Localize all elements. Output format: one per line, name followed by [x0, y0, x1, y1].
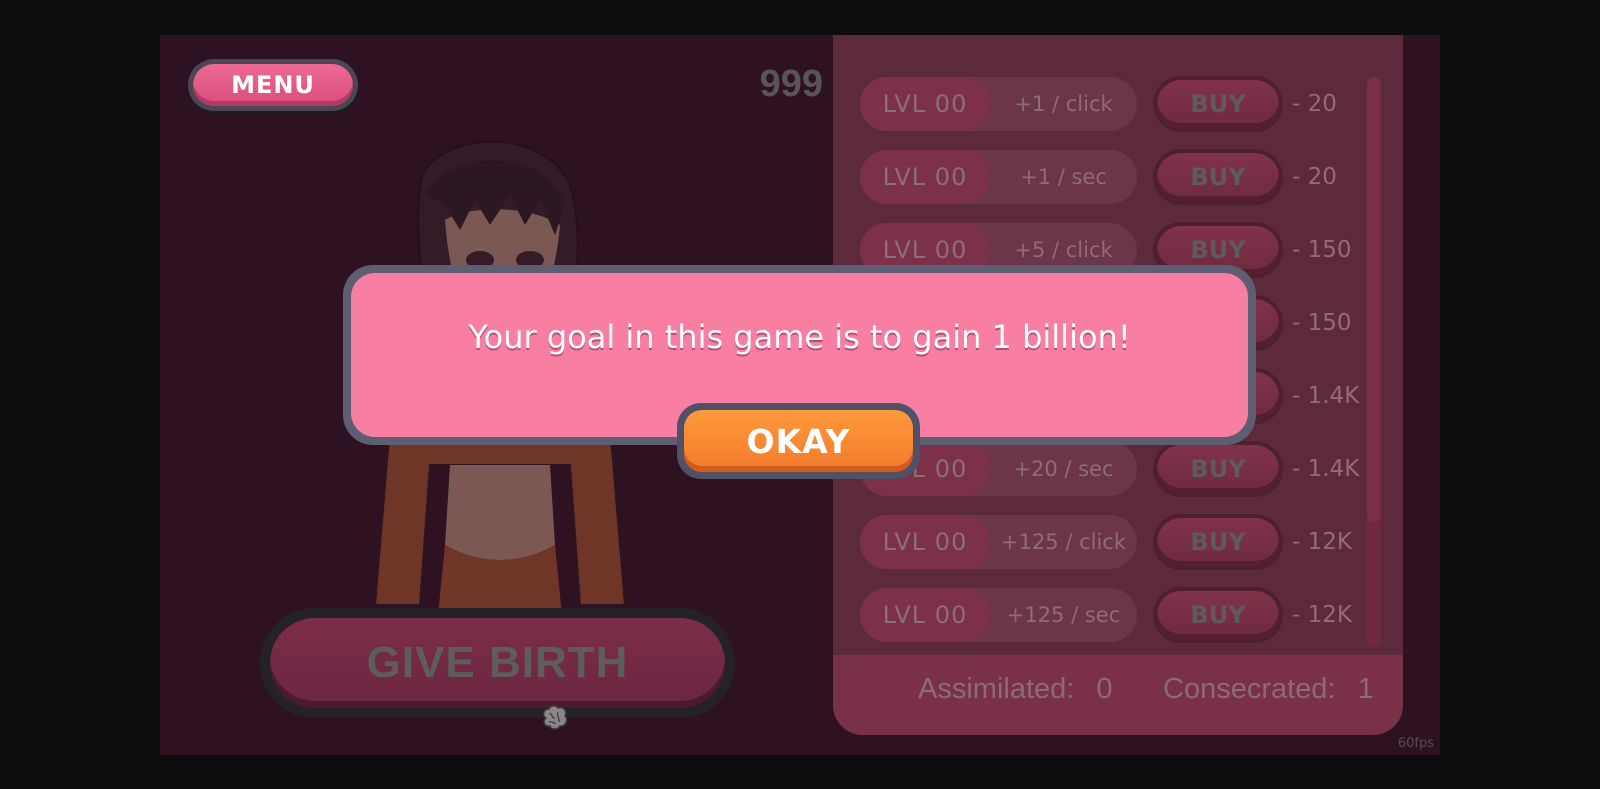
- upgrade-rate: +125 / sec: [1006, 603, 1121, 627]
- upgrade-cost: - 1.4K: [1292, 456, 1360, 482]
- buy-button-label: BUY: [1157, 591, 1279, 639]
- upgrade-row: LVL 00 +20 / sec BUY - 1.4K: [860, 441, 1360, 497]
- assimilated-label: Assimilated:: [918, 673, 1075, 705]
- fps-counter: 60fps: [1397, 736, 1434, 751]
- buy-button[interactable]: BUY: [1153, 587, 1283, 643]
- upgrade-level: LVL 00: [860, 150, 990, 204]
- menu-button[interactable]: MENU: [188, 59, 358, 111]
- upgrade-scrollbar[interactable]: [1367, 77, 1381, 647]
- buy-button[interactable]: BUY: [1153, 149, 1283, 205]
- buy-button-label: BUY: [1157, 80, 1279, 128]
- buy-button[interactable]: BUY: [1153, 514, 1283, 570]
- buy-button-label: BUY: [1157, 518, 1279, 566]
- upgrade-cost: - 1.4K: [1292, 383, 1360, 409]
- upgrade-row: LVL 00 +1 / sec BUY - 20: [860, 149, 1360, 205]
- consecrated-value: 1: [1357, 673, 1374, 705]
- give-birth-label: GIVE BIRTH: [270, 618, 725, 708]
- upgrade-info-pill: LVL 00 +125 / sec: [860, 588, 1137, 642]
- upgrade-row: LVL 00 +125 / click BUY - 12K: [860, 514, 1360, 570]
- goal-message: Your goal in this game is to gain 1 bill…: [468, 318, 1131, 356]
- upgrade-cost: - 12K: [1292, 602, 1352, 628]
- upgrade-rate: +20 / sec: [1013, 457, 1114, 481]
- scrollbar-thumb[interactable]: [1367, 77, 1381, 522]
- buy-button-label: BUY: [1157, 445, 1279, 493]
- upgrade-level: LVL 00: [860, 588, 990, 642]
- upgrade-cost: - 150: [1292, 310, 1352, 336]
- buy-button[interactable]: BUY: [1153, 441, 1283, 497]
- upgrade-row: LVL 00 +1 / click BUY - 20: [860, 76, 1360, 132]
- okay-button[interactable]: OKAY: [677, 403, 920, 479]
- upgrade-info-pill: LVL 00 +125 / click: [860, 515, 1137, 569]
- upgrade-level: LVL 00: [860, 77, 990, 131]
- assimilated-stat: Assimilated: 0: [918, 673, 1113, 706]
- upgrade-cost: - 150: [1292, 237, 1352, 263]
- assimilated-value: 0: [1096, 673, 1113, 705]
- menu-button-label: MENU: [193, 64, 353, 106]
- upgrade-level: LVL 00: [860, 515, 990, 569]
- okay-button-label: OKAY: [684, 410, 913, 472]
- upgrade-cost: - 20: [1292, 164, 1337, 190]
- upgrade-cost: - 20: [1292, 91, 1337, 117]
- consecrated-stat: Consecrated: 1: [1163, 673, 1374, 706]
- upgrade-cost: - 12K: [1292, 529, 1352, 555]
- upgrade-rate: +1 / sec: [1020, 165, 1107, 189]
- upgrade-info-pill: LVL 00 +1 / sec: [860, 150, 1137, 204]
- upgrade-info-pill: LVL 00 +1 / click: [860, 77, 1137, 131]
- buy-button[interactable]: BUY: [1153, 76, 1283, 132]
- give-birth-button[interactable]: GIVE BIRTH: [260, 608, 735, 718]
- buy-button-label: BUY: [1157, 153, 1279, 201]
- upgrade-rate: +1 / click: [1014, 92, 1113, 116]
- upgrade-rate: +125 / click: [1000, 530, 1127, 554]
- brain-icon: [542, 705, 568, 730]
- upgrade-row: LVL 00 +125 / sec BUY - 12K: [860, 587, 1360, 643]
- consecrated-label: Consecrated:: [1163, 673, 1336, 705]
